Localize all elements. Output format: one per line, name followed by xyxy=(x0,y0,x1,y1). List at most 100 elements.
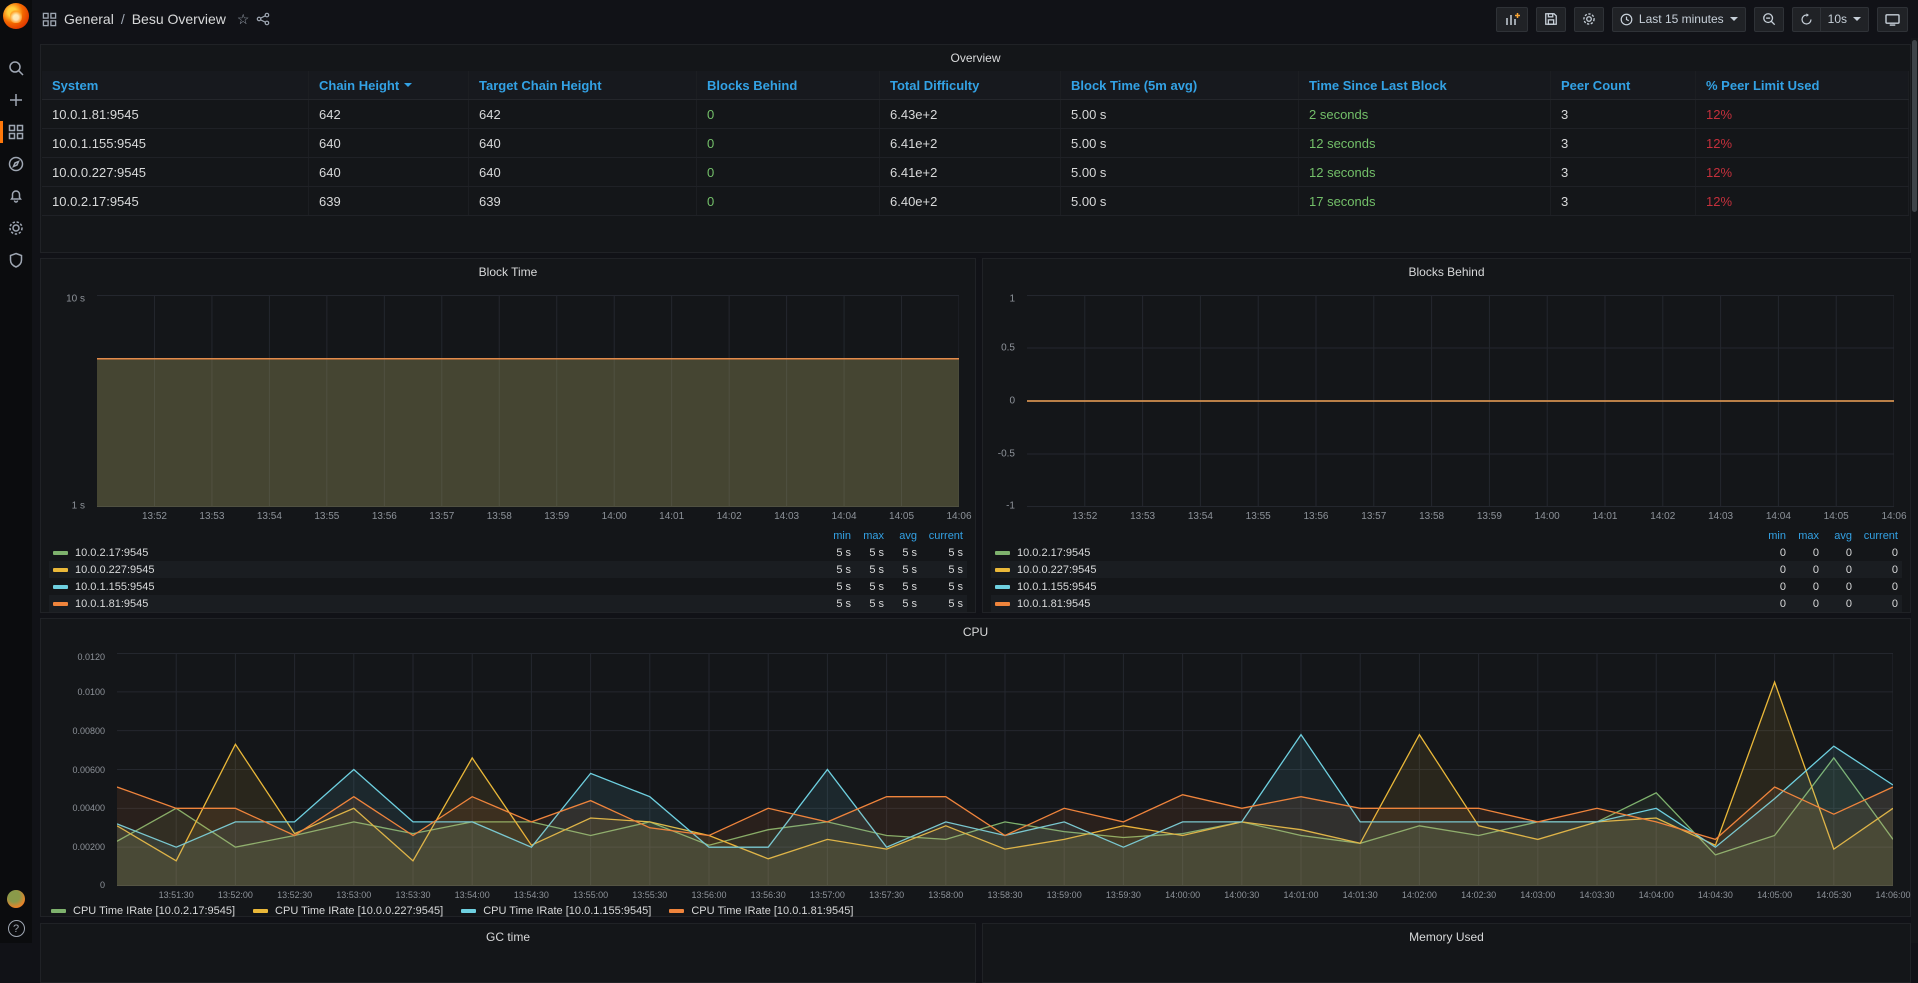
legend-item[interactable]: CPU Time IRate [10.0.1.81:9545] xyxy=(669,905,853,917)
table-cell: 5.00 s xyxy=(1061,158,1299,186)
legend-stat-value: 0 xyxy=(1819,564,1852,576)
alerting-bell-icon[interactable] xyxy=(0,185,32,207)
legend-series-name[interactable]: 10.0.1.155:9545 xyxy=(1017,581,1753,593)
dashboard-settings-button[interactable] xyxy=(1574,7,1604,32)
panel-title-blocks-behind[interactable]: Blocks Behind xyxy=(983,259,1910,283)
save-dashboard-button[interactable] xyxy=(1536,7,1566,32)
legend-stat-column[interactable]: max xyxy=(1786,530,1819,542)
legend-swatch-icon[interactable] xyxy=(53,568,68,572)
breadcrumb-dashboard-title[interactable]: Besu Overview xyxy=(132,11,226,27)
legend-swatch-icon[interactable] xyxy=(995,585,1010,589)
panel-title-cpu[interactable]: CPU xyxy=(41,619,1910,643)
legend-series-name[interactable]: 10.0.0.227:9545 xyxy=(1017,564,1753,576)
refresh-interval-dropdown[interactable]: 10s xyxy=(1820,7,1869,32)
cpu-chart[interactable] xyxy=(117,653,1893,886)
legend-series-name[interactable]: 10.0.2.17:9545 xyxy=(1017,547,1753,559)
panel-title-memory-used[interactable]: Memory Used xyxy=(983,924,1910,948)
help-icon[interactable]: ? xyxy=(8,920,25,937)
x-tick-label: 14:06 xyxy=(946,511,971,522)
legend-series-name[interactable]: 10.0.1.155:9545 xyxy=(75,581,818,593)
x-tick-label: 13:57:00 xyxy=(810,890,845,900)
column-header[interactable]: System xyxy=(42,71,309,99)
x-tick-label: 13:52:30 xyxy=(277,890,312,900)
legend-swatch-icon[interactable] xyxy=(53,585,68,589)
panel-title-gc-time[interactable]: GC time xyxy=(41,924,975,948)
legend-stats-header: minmaxavgcurrent xyxy=(991,527,1902,544)
x-tick-label: 13:59 xyxy=(1477,511,1502,522)
create-plus-icon[interactable] xyxy=(0,89,32,111)
cycle-view-mode-button[interactable] xyxy=(1877,7,1908,32)
table-cell: 640 xyxy=(309,158,469,186)
legend-stat-column[interactable]: min xyxy=(818,530,851,542)
x-tick-label: 14:03 xyxy=(1708,511,1733,522)
legend-series-name[interactable]: 10.0.0.227:9545 xyxy=(75,564,818,576)
legend-stat-value: 0 xyxy=(1753,581,1786,593)
table-cell: 3 xyxy=(1551,100,1696,128)
column-header[interactable]: Total Difficulty xyxy=(880,71,1061,99)
y-tick-label: 0 xyxy=(1009,396,1015,407)
column-header[interactable]: Target Chain Height xyxy=(469,71,697,99)
scrollbar-thumb[interactable] xyxy=(1912,40,1917,212)
legend-stat-column[interactable]: avg xyxy=(1819,530,1852,542)
user-avatar[interactable] xyxy=(7,890,25,908)
legend-item[interactable]: CPU Time IRate [10.0.2.17:9545] xyxy=(51,905,235,917)
cpu-y-axis: 0.01200.01000.008000.006000.004000.00200… xyxy=(41,653,111,886)
legend-series-name[interactable]: 10.0.2.17:9545 xyxy=(75,547,818,559)
column-header[interactable]: Blocks Behind xyxy=(697,71,880,99)
column-header[interactable]: Time Since Last Block xyxy=(1299,71,1551,99)
x-tick-label: 14:06 xyxy=(1881,511,1906,522)
panel-gc-time: GC time xyxy=(40,923,976,983)
legend-stat-value: 0 xyxy=(1852,547,1898,559)
legend-stat-value: 5 s xyxy=(884,581,917,593)
zoom-out-button[interactable] xyxy=(1754,7,1784,32)
legend-stat-column[interactable]: current xyxy=(917,530,963,542)
legend-item[interactable]: CPU Time IRate [10.0.1.155:9545] xyxy=(461,905,651,917)
legend-stat-column[interactable]: current xyxy=(1852,530,1898,542)
server-admin-shield-icon[interactable] xyxy=(0,249,32,271)
star-icon[interactable]: ☆ xyxy=(237,11,250,28)
legend-stat-column[interactable]: avg xyxy=(884,530,917,542)
dashboards-icon[interactable] xyxy=(0,121,32,143)
legend-swatch-icon[interactable] xyxy=(995,602,1010,606)
legend-stat-value: 0 xyxy=(1819,581,1852,593)
x-tick-label: 13:56:00 xyxy=(691,890,726,900)
panel-cpu: CPU 0.01200.01000.008000.006000.004000.0… xyxy=(40,618,1911,917)
legend-swatch-icon[interactable] xyxy=(995,551,1010,555)
search-icon[interactable] xyxy=(0,57,32,79)
table-cell: 5.00 s xyxy=(1061,129,1299,157)
share-icon[interactable] xyxy=(256,12,270,26)
x-tick-label: 14:00:30 xyxy=(1224,890,1259,900)
x-tick-label: 14:00 xyxy=(602,511,627,522)
block-time-chart[interactable] xyxy=(97,295,959,507)
refresh-button[interactable] xyxy=(1792,7,1820,32)
column-header[interactable]: Peer Count xyxy=(1551,71,1696,99)
grafana-logo[interactable] xyxy=(3,3,29,29)
configuration-gear-icon[interactable] xyxy=(0,217,32,239)
time-range-picker[interactable]: Last 15 minutes xyxy=(1612,7,1746,32)
legend-stat-column[interactable]: min xyxy=(1753,530,1786,542)
panel-title-block-time[interactable]: Block Time xyxy=(41,259,975,283)
legend-swatch-icon[interactable] xyxy=(53,551,68,555)
column-header[interactable]: Chain Height xyxy=(309,71,469,99)
blocks-behind-x-axis: 13:5213:5313:5413:5513:5613:5713:5813:59… xyxy=(1027,511,1894,525)
x-tick-label: 13:54 xyxy=(257,511,282,522)
explore-compass-icon[interactable] xyxy=(0,153,32,175)
legend-series-name: CPU Time IRate [10.0.2.17:9545] xyxy=(73,905,235,917)
x-tick-label: 13:57 xyxy=(429,511,454,522)
legend-stat-column[interactable]: max xyxy=(851,530,884,542)
x-tick-label: 13:52:00 xyxy=(218,890,253,900)
x-tick-label: 14:02 xyxy=(1650,511,1675,522)
legend-item[interactable]: CPU Time IRate [10.0.0.227:9545] xyxy=(253,905,443,917)
add-panel-button[interactable] xyxy=(1496,7,1528,32)
legend-series-name[interactable]: 10.0.1.81:9545 xyxy=(1017,598,1753,610)
legend-swatch-icon[interactable] xyxy=(53,602,68,606)
legend-swatch-icon[interactable] xyxy=(995,568,1010,572)
breadcrumb-folder[interactable]: General xyxy=(64,11,114,27)
blocks-behind-chart[interactable] xyxy=(1027,295,1894,507)
legend-swatch-icon xyxy=(51,909,66,913)
panel-title-overview[interactable]: Overview xyxy=(41,45,1910,69)
page-scrollbar[interactable] xyxy=(1911,38,1918,943)
column-header[interactable]: % Peer Limit Used xyxy=(1696,71,1909,99)
legend-series-name[interactable]: 10.0.1.81:9545 xyxy=(75,598,818,610)
column-header[interactable]: Block Time (5m avg) xyxy=(1061,71,1299,99)
